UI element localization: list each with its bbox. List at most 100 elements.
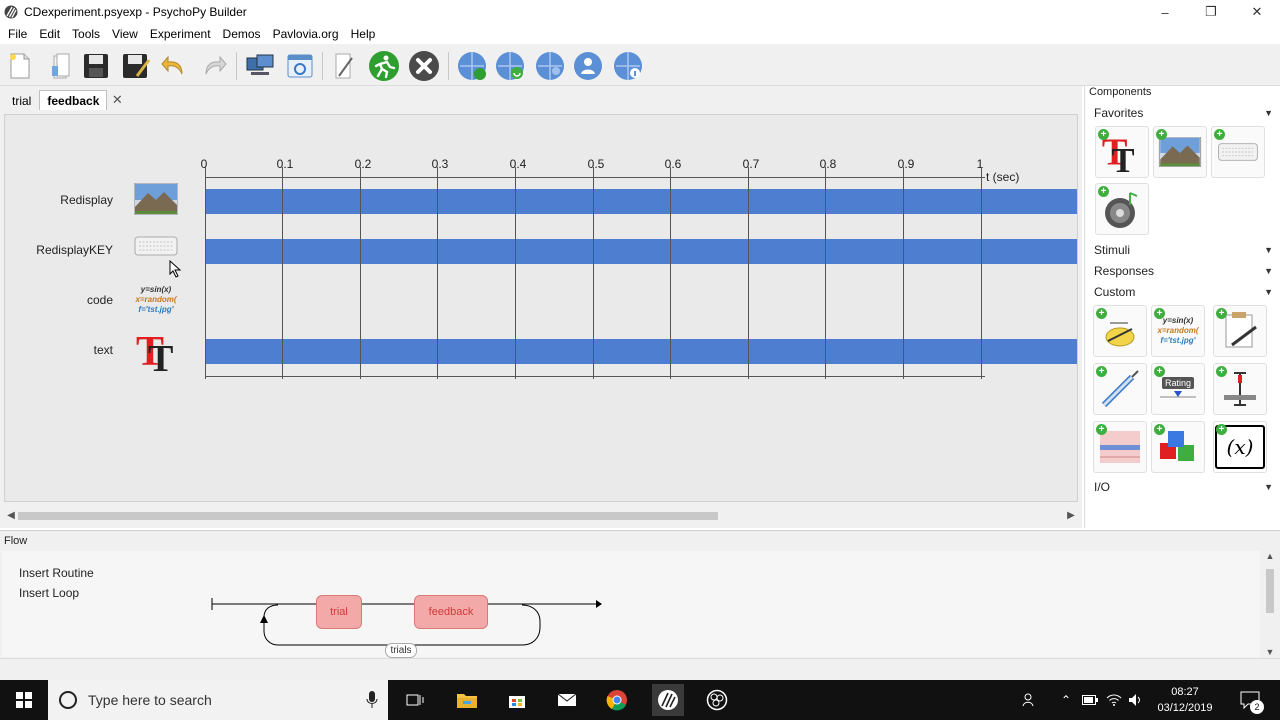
stop-icon[interactable]	[408, 50, 440, 82]
add-static-component-button[interactable]: +	[1093, 305, 1147, 357]
tick-label: 0.7	[742, 157, 760, 171]
taskbar-search-input[interactable]: Type here to search	[48, 680, 388, 720]
component-name-text[interactable]: text	[94, 343, 113, 357]
timeline-grid-line	[748, 167, 749, 379]
component-bar-text[interactable]	[205, 339, 1077, 364]
component-name-redisplaykey[interactable]: RedisplayKEY	[36, 243, 113, 257]
component-name-code[interactable]: code	[87, 293, 113, 307]
compile-script-icon[interactable]	[328, 50, 360, 82]
chrome-icon[interactable]	[602, 685, 632, 715]
undo-icon[interactable]	[158, 50, 190, 82]
scrollbar-thumb[interactable]	[18, 512, 718, 520]
window-title: CDexperiment.psyexp - PsychoPy Builder	[24, 5, 247, 19]
menu-edit[interactable]: Edit	[33, 24, 66, 44]
component-bar-redisplaykey[interactable]	[205, 239, 1077, 264]
code-icon-line: x=random(	[1157, 326, 1199, 335]
taskbar-clock[interactable]: 08:27 03/12/2019	[1150, 684, 1220, 716]
run-icon[interactable]	[368, 50, 400, 82]
chevron-down-icon: ▼	[1264, 245, 1273, 255]
menu-view[interactable]: View	[106, 24, 144, 44]
image-icon[interactable]	[133, 182, 179, 219]
open-file-icon[interactable]	[44, 50, 76, 82]
save-icon[interactable]	[80, 50, 112, 82]
redo-icon[interactable]	[198, 50, 230, 82]
battery-icon[interactable]	[1080, 690, 1100, 710]
file-explorer-icon[interactable]	[452, 685, 482, 715]
pavlovia-user-icon[interactable]	[534, 50, 566, 82]
text-icon[interactable]: TT	[134, 327, 178, 380]
category-stimuli[interactable]: Stimuli ▼	[1089, 240, 1277, 260]
tick-label: 0	[200, 157, 208, 171]
obs-icon[interactable]	[702, 685, 732, 715]
flow-routine-trial[interactable]: trial	[316, 595, 362, 629]
add-rating-component-button[interactable]: + Rating	[1151, 363, 1205, 415]
component-name-redisplay[interactable]: Redisplay	[60, 193, 113, 207]
menu-file[interactable]: File	[2, 24, 33, 44]
add-survey-component-button[interactable]: +	[1213, 305, 1267, 357]
psychopy-taskbar-icon[interactable]	[652, 684, 684, 716]
category-favorites[interactable]: Favorites ▼	[1089, 103, 1277, 123]
microphone-icon[interactable]	[366, 691, 378, 709]
menu-tools[interactable]: Tools	[66, 24, 106, 44]
windows-start-icon[interactable]	[0, 680, 48, 720]
add-image-component-button[interactable]: +	[1153, 126, 1207, 178]
menu-demos[interactable]: Demos	[217, 24, 267, 44]
flow-diagram	[211, 598, 602, 646]
scroll-down-icon[interactable]: ▼	[1262, 647, 1278, 657]
code-icon[interactable]: y=sin(x) x=random( f='tst.jpg'	[134, 285, 178, 321]
volume-icon[interactable]	[1126, 690, 1146, 710]
menu-help[interactable]: Help	[345, 24, 382, 44]
close-tab-icon[interactable]: ✕	[107, 90, 127, 110]
flow-loop-trials[interactable]: trials	[385, 643, 417, 658]
maximize-button[interactable]: ❐	[1188, 0, 1234, 24]
tab-trial[interactable]: trial	[4, 90, 39, 110]
notification-center-icon[interactable]: 2	[1238, 690, 1264, 714]
monitor-center-icon[interactable]	[244, 50, 276, 82]
experiment-settings-icon[interactable]	[284, 50, 316, 82]
plus-icon: +	[1216, 308, 1227, 319]
pavlovia-info-icon[interactable]	[572, 50, 604, 82]
flow-vertical-scrollbar[interactable]: ▲ ▼	[1262, 551, 1278, 657]
pavlovia-search-icon[interactable]	[494, 50, 526, 82]
menu-pavlovia[interactable]: Pavlovia.org	[267, 24, 345, 44]
pavlovia-sync-icon[interactable]	[456, 50, 488, 82]
scroll-up-icon[interactable]: ▲	[1262, 551, 1278, 561]
routine-horizontal-scrollbar[interactable]: ◀ ▶	[4, 508, 1078, 524]
task-view-icon[interactable]	[400, 685, 430, 715]
add-syringe-component-button[interactable]: +	[1093, 363, 1147, 415]
add-code-component-button[interactable]: + y=sin(x) x=random( f='tst.jpg'	[1151, 305, 1205, 357]
scroll-left-icon[interactable]: ◀	[4, 508, 18, 524]
chevron-up-icon[interactable]: ⌃	[1056, 690, 1076, 710]
category-io[interactable]: I/O ▼	[1089, 477, 1277, 497]
timeline-grid-line	[515, 167, 516, 379]
add-variable-component-button[interactable]: + (x)	[1213, 421, 1267, 473]
category-custom[interactable]: Custom ▼	[1089, 282, 1277, 302]
minimize-button[interactable]: –	[1142, 0, 1188, 24]
wifi-icon[interactable]	[1104, 690, 1124, 710]
store-icon[interactable]	[502, 685, 532, 715]
component-bar-redisplay[interactable]	[205, 189, 1077, 214]
menu-experiment[interactable]: Experiment	[144, 24, 217, 44]
scroll-right-icon[interactable]: ▶	[1064, 508, 1078, 524]
people-icon[interactable]	[1020, 690, 1040, 710]
add-slider-component-button[interactable]: +	[1213, 363, 1267, 415]
flow-routine-feedback[interactable]: feedback	[414, 595, 488, 629]
search-placeholder: Type here to search	[88, 692, 212, 708]
add-sound-component-button[interactable]: +	[1095, 183, 1149, 235]
save-as-icon[interactable]	[120, 50, 152, 82]
category-label: Responses	[1094, 264, 1155, 278]
close-window-button[interactable]: ✕	[1234, 0, 1280, 24]
category-responses[interactable]: Responses ▼	[1089, 261, 1277, 281]
pavlovia-project-icon[interactable]	[612, 50, 644, 82]
scrollbar-thumb[interactable]	[1266, 569, 1274, 613]
plus-icon: +	[1096, 366, 1107, 377]
plus-icon: +	[1098, 129, 1109, 140]
add-text-component-button[interactable]: + TT	[1095, 126, 1149, 178]
add-cubes-component-button[interactable]: +	[1151, 421, 1205, 473]
add-keyboard-component-button[interactable]: +	[1211, 126, 1265, 178]
new-file-icon[interactable]	[4, 50, 36, 82]
add-stroop-component-button[interactable]: +	[1093, 421, 1147, 473]
mail-icon[interactable]	[552, 685, 582, 715]
tab-feedback[interactable]: feedback	[39, 90, 108, 110]
code-icon-line: f='tst.jpg'	[138, 305, 174, 314]
